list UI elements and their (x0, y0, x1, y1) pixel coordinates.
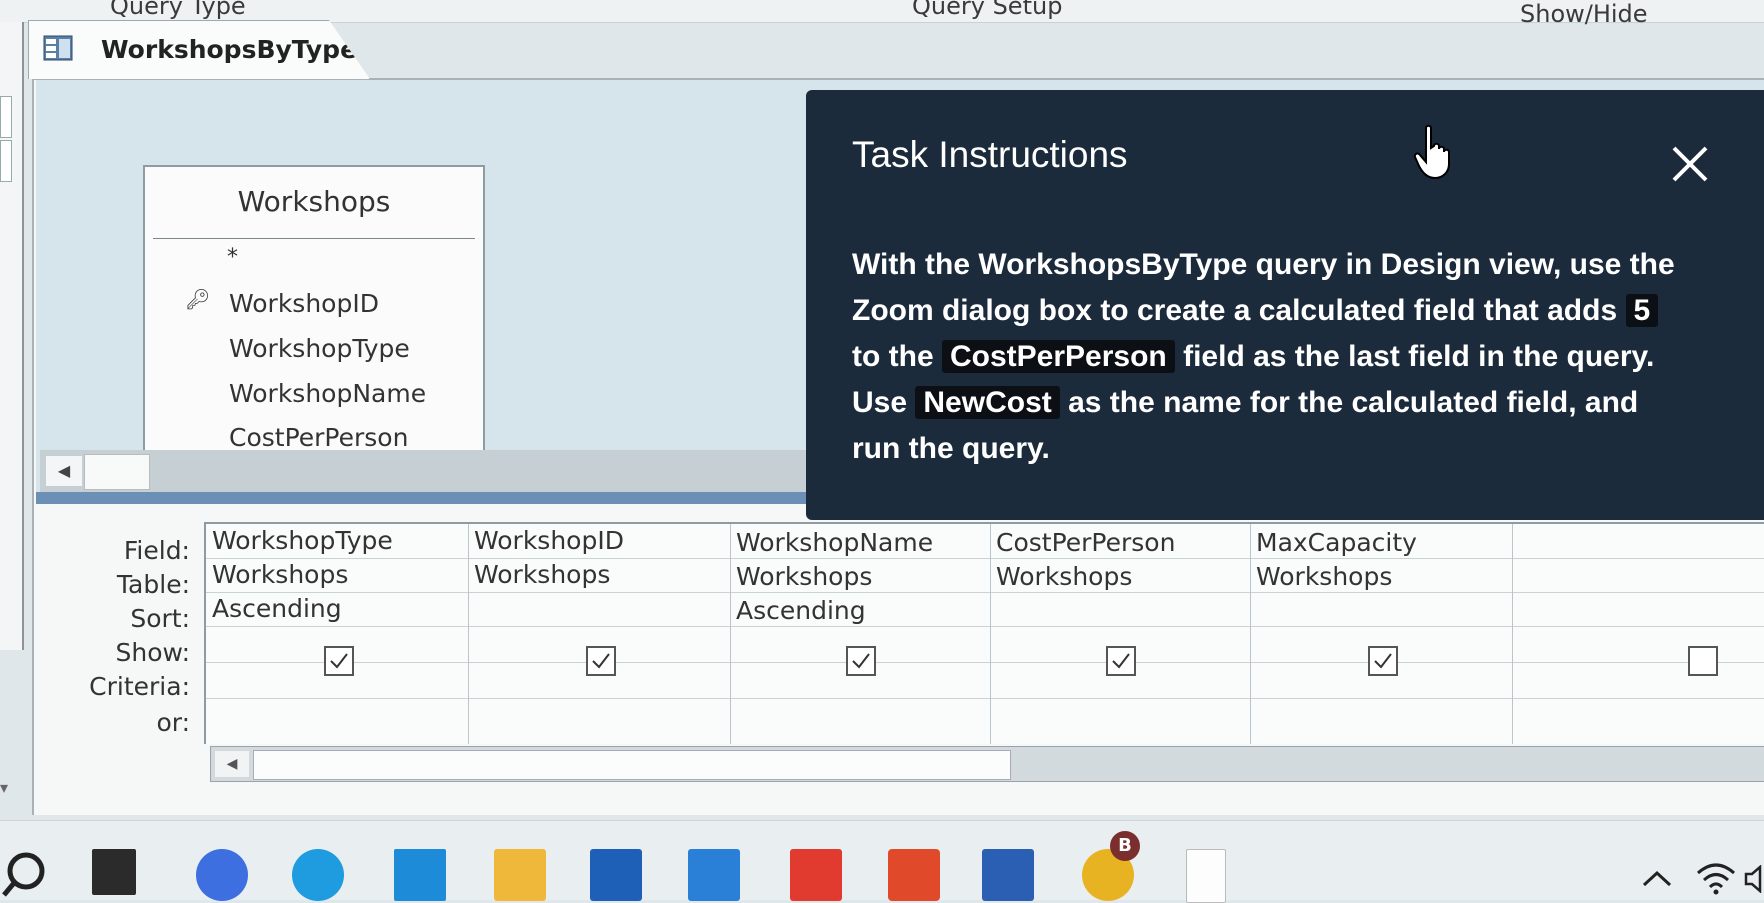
highlight-calculated-field-name: NewCost (915, 386, 1060, 419)
checkmark-icon (1374, 653, 1392, 669)
scrollbar-thumb[interactable] (84, 454, 150, 490)
show-checkbox[interactable] (586, 646, 616, 676)
wifi-icon[interactable] (1696, 861, 1736, 895)
grid-table-cell[interactable]: Workshops (996, 562, 1132, 591)
task-instructions-panel: Task Instructions With the WorkshopsByTy… (806, 90, 1764, 520)
grid-column-1[interactable]: WorkshopType Workshops Ascending (206, 524, 469, 744)
ribbon-group-query-type: Query Type (110, 0, 246, 20)
grid-sort-cell[interactable]: Ascending (212, 594, 342, 623)
chrome-icon[interactable]: B (1082, 831, 1140, 901)
primary-key-icon: 🔑︎ (185, 287, 211, 311)
slack-icon[interactable] (790, 849, 842, 901)
field-list-item[interactable]: WorkshopName (229, 379, 426, 408)
grid-column-2[interactable]: WorkshopID Workshops (468, 524, 731, 744)
task-line-1: With the WorkshopsByType query in Design… (852, 248, 1675, 281)
word-icon[interactable] (982, 849, 1034, 901)
show-checkbox[interactable] (1106, 646, 1136, 676)
document-tab-title: WorkshopsByType (101, 35, 358, 64)
row-label-or: or: (156, 708, 190, 737)
grid-field-cell[interactable]: WorkshopType (212, 526, 393, 555)
grid-field-cell[interactable]: CostPerPerson (996, 528, 1175, 557)
show-checkbox[interactable] (846, 646, 876, 676)
design-grid-scrollbar[interactable]: ◀ (210, 746, 1764, 782)
folder-icon[interactable] (494, 849, 546, 901)
workshops-table-field-list[interactable]: Workshops * 🔑︎ WorkshopID WorkshopType W… (143, 165, 485, 455)
task-line-2-text: Zoom dialog box to create a calculated f… (852, 294, 1618, 327)
checkmark-icon (1112, 653, 1130, 669)
file-icon[interactable] (1186, 849, 1226, 903)
pane-splitter[interactable] (36, 492, 816, 504)
hand-cursor-icon (1413, 124, 1450, 180)
show-checkbox[interactable] (1368, 646, 1398, 676)
row-label-table: Table: (116, 570, 190, 599)
mail-icon[interactable] (688, 849, 740, 901)
field-list-item[interactable]: WorkshopID (229, 289, 379, 318)
checkmark-icon (592, 653, 610, 669)
task-line-5: run the query. (852, 432, 1050, 465)
search-icon[interactable] (2, 849, 48, 901)
highlight-value: 5 (1625, 294, 1659, 327)
windows-taskbar: B (0, 820, 1764, 903)
task-line-4-text-end: as the name for the calculated field, an… (1068, 386, 1639, 419)
nav-pane-notch (0, 140, 12, 182)
task-line-2: Zoom dialog box to create a calculated f… (852, 288, 1732, 334)
field-list-item[interactable]: WorkshopType (229, 334, 410, 363)
task-line-3-text: to the (852, 340, 934, 373)
grid-sort-cell[interactable]: Ascending (736, 596, 866, 625)
store-icon[interactable] (590, 849, 642, 901)
checkmark-icon (852, 653, 870, 669)
grid-field-cell[interactable]: WorkshopName (736, 528, 933, 557)
calculator-icon[interactable] (394, 849, 446, 901)
ribbon-group-labels: Query Type Query Setup Show/Hide (0, 0, 1764, 28)
edge-icon[interactable] (292, 849, 344, 901)
close-icon[interactable] (1666, 140, 1714, 188)
task-instructions-title: Task Instructions (852, 134, 1128, 175)
task-line-4: Use NewCost as the name for the calculat… (852, 380, 1732, 426)
grid-column-3[interactable]: WorkshopName Workshops Ascending (730, 524, 991, 744)
row-label-field: Field: (123, 536, 190, 565)
scroll-left-icon[interactable]: ◀ (46, 456, 82, 486)
highlight-field-name: CostPerPerson (942, 340, 1175, 373)
query-icon (43, 35, 73, 61)
ribbon-group-show-hide: Show/Hide (1520, 0, 1648, 28)
task-instructions-body: With the WorkshopsByType query in Design… (852, 242, 1732, 472)
grid-field-cell[interactable]: WorkshopID (474, 526, 624, 555)
task-line-3-text-end: field as the last field in the query. (1183, 340, 1655, 373)
row-label-show: Show: (115, 638, 190, 667)
chevron-up-icon[interactable] (1640, 869, 1674, 889)
field-list-item-all[interactable]: * (227, 245, 238, 270)
office-icon[interactable] (888, 849, 940, 901)
scroll-left-icon[interactable]: ◀ (215, 751, 249, 777)
row-label-sort: Sort: (130, 604, 190, 633)
show-checkbox-unchecked[interactable] (1688, 646, 1718, 676)
scrollbar-thumb[interactable] (253, 750, 1011, 780)
show-checkbox[interactable] (324, 646, 354, 676)
task-line-4-text: Use (852, 386, 908, 419)
document-tab-workshopsbytype[interactable]: WorkshopsByType (28, 20, 370, 79)
checkmark-icon (330, 653, 348, 669)
speaker-icon[interactable] (1744, 865, 1764, 893)
grid-field-cell[interactable]: MaxCapacity (1256, 528, 1417, 557)
grid-table-cell[interactable]: Workshops (736, 562, 872, 591)
zoom-icon[interactable] (196, 849, 248, 901)
field-list-item[interactable]: CostPerPerson (229, 423, 408, 452)
grid-column-6-empty[interactable] (1512, 524, 1764, 744)
grid-table-cell[interactable]: Workshops (212, 560, 348, 589)
grid-table-cell[interactable]: Workshops (474, 560, 610, 589)
grid-column-4[interactable]: CostPerPerson Workshops (990, 524, 1251, 744)
grid-table-cell[interactable]: Workshops (1256, 562, 1392, 591)
chrome-profile-badge: B (1110, 831, 1140, 861)
row-label-criteria: Criteria: (89, 672, 190, 701)
ribbon-group-query-setup: Query Setup (912, 0, 1063, 20)
field-list-title: Workshops (237, 185, 391, 218)
navigation-pane-edge[interactable] (0, 22, 24, 650)
grid-column-5[interactable]: MaxCapacity Workshops (1250, 524, 1513, 744)
file-explorer-dark-icon[interactable] (92, 849, 136, 895)
task-line-3: to the CostPerPerson field as the last f… (852, 334, 1732, 380)
table-pane-scrollbar[interactable]: ◀ (40, 450, 820, 492)
field-list-divider (153, 238, 475, 239)
query-design-grid[interactable]: WorkshopType Workshops Ascending Worksho… (204, 522, 1764, 744)
nav-pane-notch (0, 96, 12, 138)
chevron-down-icon[interactable]: ▾ (0, 778, 20, 804)
